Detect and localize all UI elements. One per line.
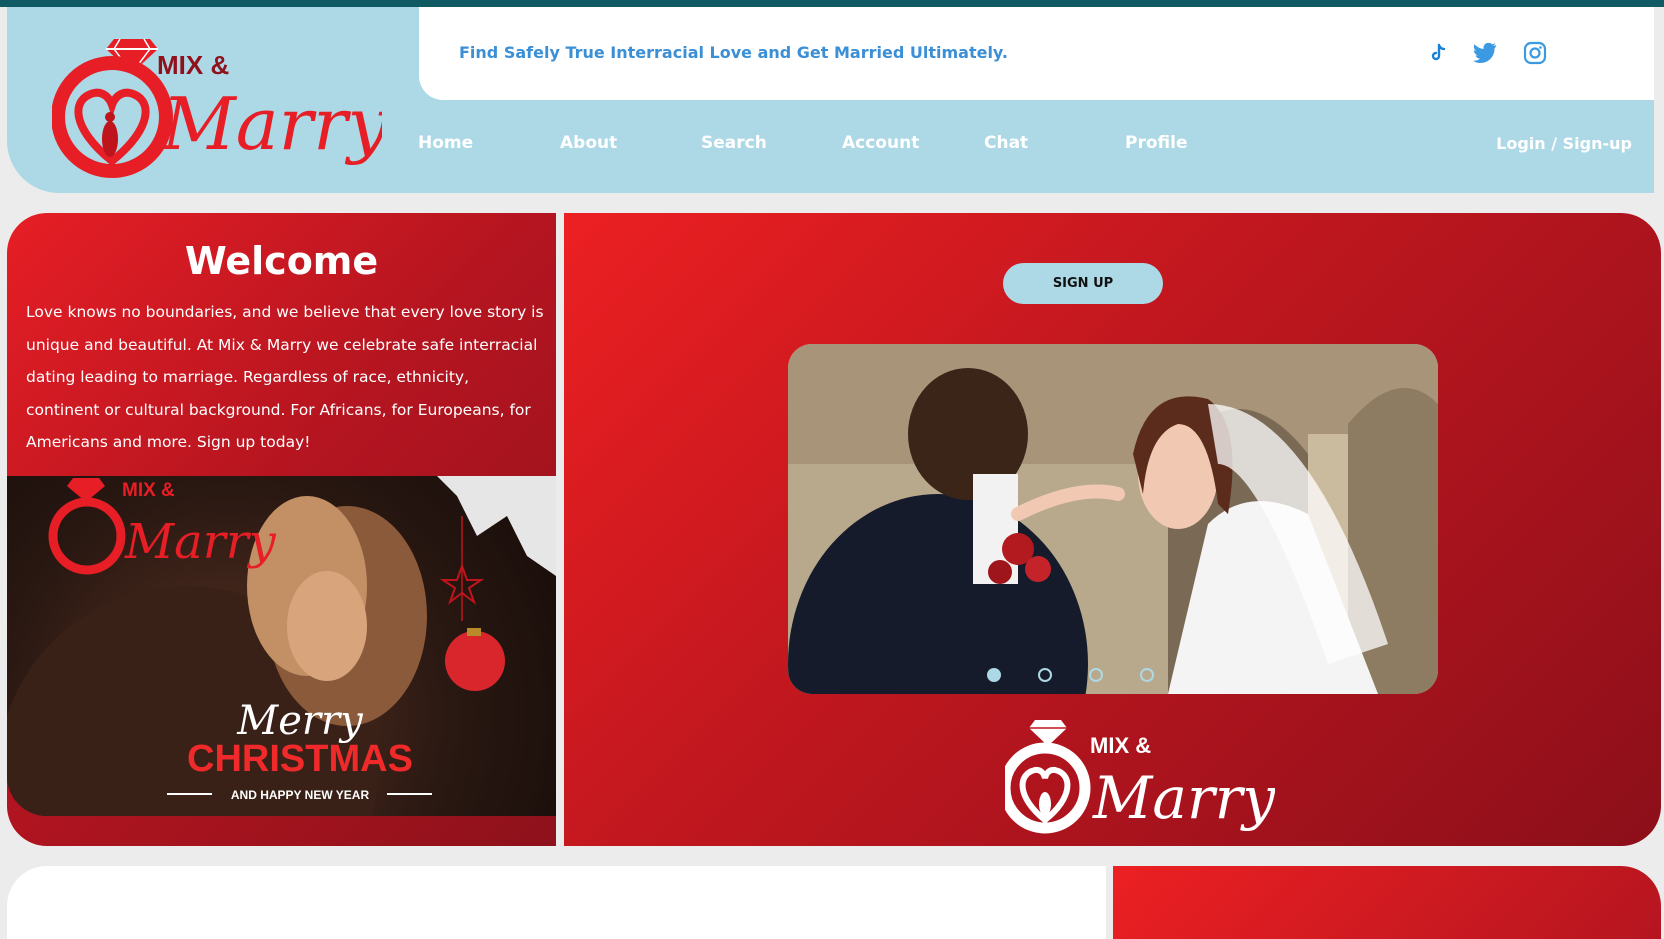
main-nav: Home About Search Account Chat Profile xyxy=(7,133,1654,163)
nav-profile[interactable]: Profile xyxy=(1125,133,1187,153)
carousel-dot-2[interactable] xyxy=(1038,668,1052,682)
hero-logo: MIX & Marry xyxy=(1005,720,1275,834)
tagline: Find Safely True Interracial Love and Ge… xyxy=(459,43,1008,62)
login-signup-link[interactable]: Login / Sign-up xyxy=(1496,134,1632,153)
nav-home[interactable]: Home xyxy=(418,133,473,153)
top-strip xyxy=(0,0,1664,7)
svg-text:MIX &: MIX & xyxy=(157,50,229,80)
christmas-promo-image: MIX & Marry Merry CHRISTMAS AND HAPPY NE… xyxy=(7,476,556,816)
welcome-title: Welcome xyxy=(184,239,379,283)
nav-chat[interactable]: Chat xyxy=(984,133,1028,153)
instagram-icon[interactable] xyxy=(1521,39,1549,67)
svg-text:MIX &: MIX & xyxy=(1090,733,1151,758)
twitter-icon[interactable] xyxy=(1471,39,1499,67)
section-next-left xyxy=(7,866,1106,939)
svg-text:AND HAPPY NEW YEAR: AND HAPPY NEW YEAR xyxy=(231,788,370,802)
section-next-right xyxy=(1113,866,1661,939)
nav-about[interactable]: About xyxy=(560,133,617,153)
carousel-dot-1[interactable] xyxy=(987,668,1001,682)
svg-text:Marry: Marry xyxy=(124,514,277,570)
wedding-photo xyxy=(788,344,1438,694)
svg-text:CHRISTMAS: CHRISTMAS xyxy=(187,738,413,780)
carousel-dot-3[interactable] xyxy=(1089,668,1103,682)
nav-account[interactable]: Account xyxy=(842,133,919,153)
hero-panel: SIGN UP MIX & Marry xyxy=(564,213,1661,846)
nav-search[interactable]: Search xyxy=(701,133,767,153)
tagline-bar: Find Safely True Interracial Love and Ge… xyxy=(419,7,1654,100)
photo-carousel[interactable] xyxy=(788,344,1438,694)
welcome-panel: Welcome Love knows no boundaries, and we… xyxy=(7,213,556,846)
svg-text:Marry: Marry xyxy=(1092,764,1275,832)
site-header: MIX & Marry Find Safely True Interracial… xyxy=(7,7,1654,193)
carousel-dot-4[interactable] xyxy=(1140,668,1154,682)
welcome-text: Love knows no boundaries, and we believe… xyxy=(26,303,544,451)
svg-text:MIX &: MIX & xyxy=(122,480,175,501)
signup-button[interactable]: SIGN UP xyxy=(1003,263,1163,304)
tiktok-icon[interactable] xyxy=(1424,39,1452,67)
